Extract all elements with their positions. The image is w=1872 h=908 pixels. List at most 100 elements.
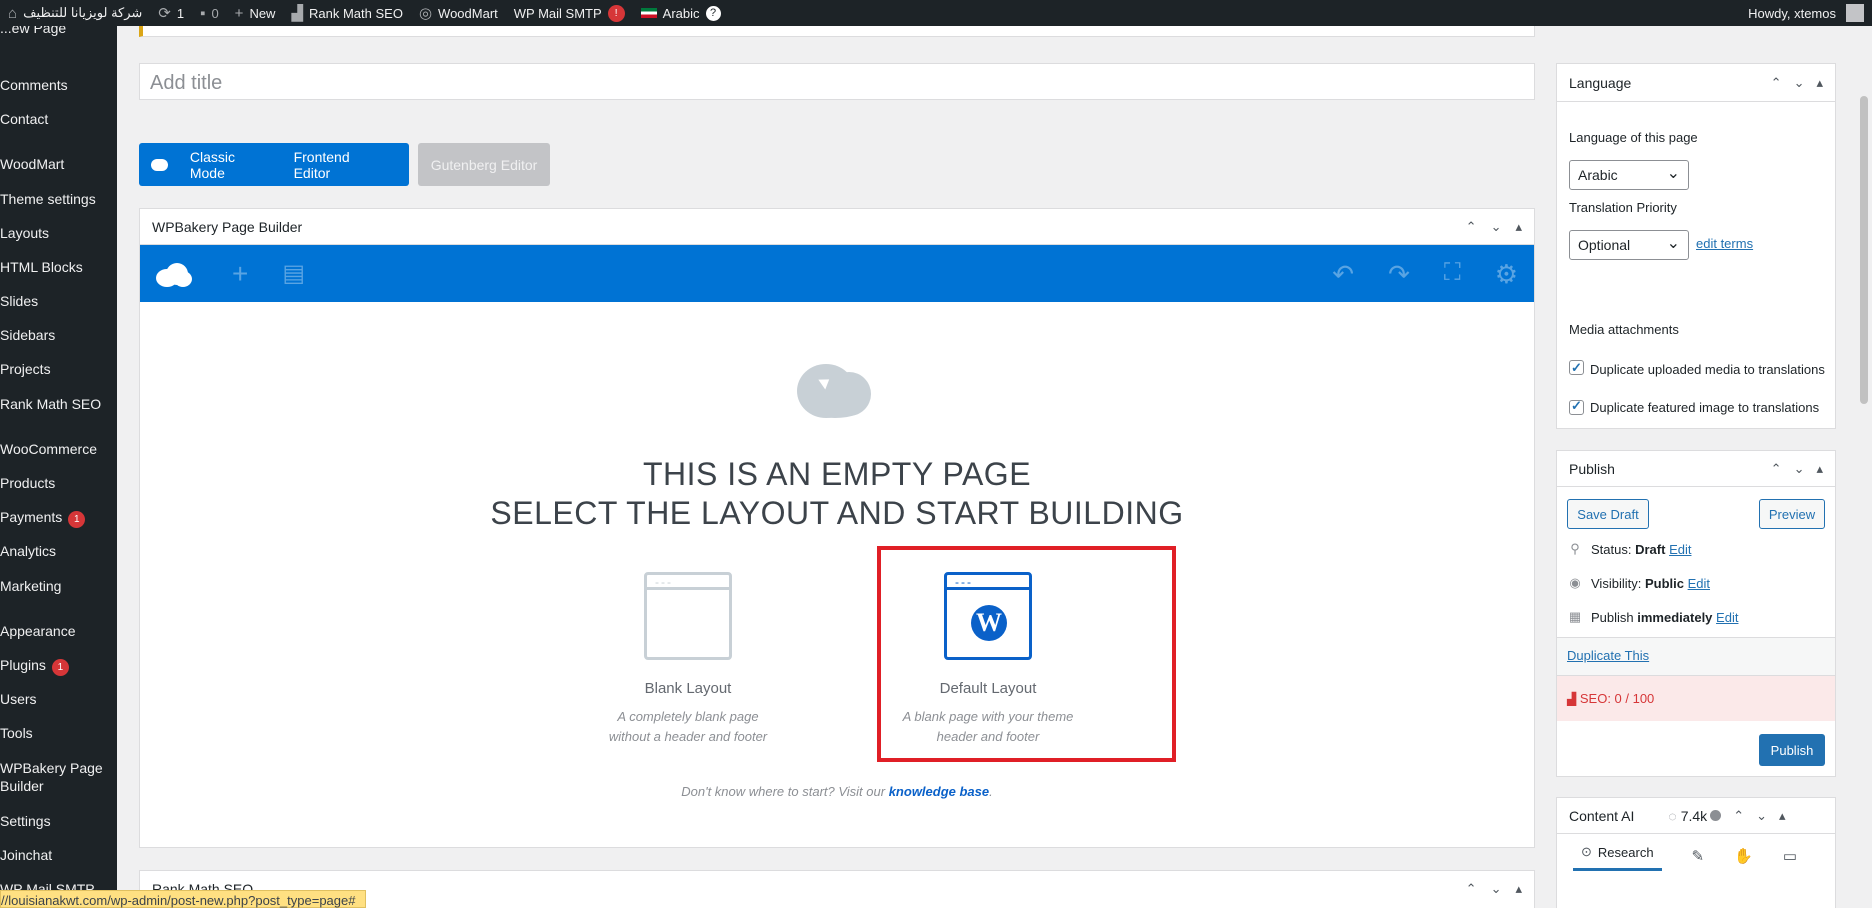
seo-score-text[interactable]: SEO: 0 / 100: [1580, 691, 1654, 706]
collapse-triangle-icon[interactable]: ▴: [1816, 75, 1823, 91]
sidebar-item[interactable]: Layouts: [0, 225, 49, 241]
loading-icon: ◌: [1668, 807, 1677, 824]
my-account-item[interactable]: Howdy, xtemos: [1740, 0, 1872, 26]
woodmart-icon: ◎: [418, 5, 433, 22]
blank-layout-option[interactable]: --- Blank Layout A completely blank page…: [588, 572, 788, 747]
duplicate-this-link[interactable]: Duplicate This: [1567, 648, 1649, 663]
save-draft-button[interactable]: Save Draft: [1567, 499, 1649, 529]
schedule-row: ▦ Publish immediately Edit: [1567, 609, 1739, 625]
chevron-up-icon[interactable]: ⌃: [1771, 75, 1782, 91]
kb-suffix: .: [989, 784, 993, 799]
add-element-icon[interactable]: +: [232, 259, 248, 288]
preview-button[interactable]: Preview: [1759, 499, 1825, 529]
content-ai-title: Content AI: [1569, 807, 1635, 824]
chevron-down-icon[interactable]: ⌄: [1794, 461, 1805, 477]
translation-priority-value: Optional: [1578, 237, 1631, 253]
chevron-up-icon[interactable]: ⌃: [1466, 219, 1477, 235]
page-language-select[interactable]: Arabic: [1569, 160, 1689, 190]
sidebar-item[interactable]: Comments: [0, 77, 68, 93]
dup-featured-checkbox[interactable]: [1569, 398, 1584, 415]
sidebar-item-label: WooCommerce: [0, 441, 97, 457]
sidebar-item[interactable]: Payments 1: [0, 509, 86, 528]
updates-item[interactable]: ⟳ 1: [150, 0, 192, 26]
edit-terms-link[interactable]: edit terms: [1696, 236, 1753, 251]
sidebar-item-label: Users: [0, 691, 37, 707]
sidebar-item[interactable]: Theme settings: [0, 191, 96, 207]
smtp-label: WP Mail SMTP: [513, 5, 602, 21]
sidebar-item[interactable]: WoodMart: [0, 156, 64, 172]
chat-icon[interactable]: ▭: [1783, 847, 1797, 865]
comments-count: 0: [211, 5, 219, 21]
wpbakery-logo-icon[interactable]: [156, 261, 192, 287]
info-icon: [1710, 810, 1722, 821]
write-icon[interactable]: ✎: [1692, 847, 1705, 865]
undo-icon[interactable]: ↶: [1332, 261, 1354, 287]
collapse-triangle-icon[interactable]: ▴: [1515, 219, 1522, 235]
collapse-triangle-icon[interactable]: ▴: [1779, 808, 1786, 824]
sidebar-item[interactable]: Users: [0, 691, 37, 707]
title-input[interactable]: Add title: [139, 63, 1535, 100]
sidebar-item[interactable]: Rank Math SEO: [0, 396, 101, 412]
sidebar-item[interactable]: ...ew Page: [0, 26, 66, 36]
schedule-edit-link[interactable]: Edit: [1716, 610, 1738, 625]
sidebar-item-label: Contact: [0, 111, 49, 127]
sidebar-item[interactable]: HTML Blocks: [0, 259, 83, 275]
sidebar-item[interactable]: Slides: [0, 293, 38, 309]
sidebar-item[interactable]: Analytics: [0, 543, 56, 559]
visibility-edit-link[interactable]: Edit: [1688, 576, 1710, 591]
redo-icon[interactable]: ↷: [1388, 261, 1410, 287]
sidebar-item-label: Layouts: [0, 225, 50, 241]
classic-mode-button[interactable]: Classic Mode: [190, 149, 269, 181]
sidebar-item[interactable]: Sidebars: [0, 327, 55, 343]
wpbakery-toolbar: + ▤ ↶ ↷ ⛶ ⚙: [140, 245, 1534, 302]
chevron-up-icon[interactable]: ⌃: [1771, 461, 1782, 477]
chevron-up-icon[interactable]: ⌃: [1466, 881, 1477, 897]
notice-box: [139, 26, 1535, 37]
sidebar-item[interactable]: Products: [0, 475, 55, 491]
research-tab-label: Research: [1597, 844, 1654, 860]
gutenberg-editor-button[interactable]: Gutenberg Editor: [418, 143, 550, 186]
sidebar-item-label: Payments: [0, 509, 63, 525]
tools-icon[interactable]: ✋: [1734, 847, 1753, 865]
chevron-down-icon[interactable]: ⌄: [1491, 219, 1502, 235]
comments-item[interactable]: ▪ 0: [192, 0, 227, 26]
woodmart-item[interactable]: ◎ WoodMart: [411, 0, 506, 26]
rankmath-item[interactable]: ▟ Rank Math SEO: [283, 0, 410, 26]
knowledge-base-link[interactable]: knowledge base: [889, 784, 989, 799]
sidebar-item[interactable]: WPBakery Page Builder: [0, 759, 105, 795]
publish-button[interactable]: Publish: [1759, 734, 1825, 766]
sidebar-item[interactable]: Marketing: [0, 578, 61, 594]
sidebar-item[interactable]: WooCommerce: [0, 441, 97, 457]
status-edit-link[interactable]: Edit: [1669, 542, 1691, 557]
research-tab[interactable]: ⊙ Research: [1573, 840, 1662, 871]
language-item[interactable]: Arabic ?: [633, 0, 729, 26]
chevron-down-icon[interactable]: ⌄: [1794, 75, 1805, 91]
scrollbar-thumb[interactable]: [1860, 96, 1868, 404]
sidebar-item-badge: 1: [51, 659, 69, 676]
site-name-item[interactable]: ⌂ شركة لويزيانا للتنظيف: [0, 0, 150, 26]
settings-gear-icon[interactable]: ⚙: [1495, 261, 1518, 287]
sidebar-item[interactable]: Plugins 1: [0, 657, 69, 676]
chevron-down-icon[interactable]: ⌄: [1756, 808, 1767, 824]
collapse-triangle-icon[interactable]: ▴: [1515, 881, 1522, 897]
new-content-item[interactable]: + New: [227, 0, 284, 26]
collapse-triangle-icon[interactable]: ▴: [1816, 461, 1823, 477]
templates-icon[interactable]: ▤: [282, 261, 305, 286]
smtp-item[interactable]: WP Mail SMTP !: [506, 0, 633, 26]
translation-priority-select[interactable]: Optional: [1569, 230, 1689, 260]
sidebar-item[interactable]: Tools: [0, 725, 33, 741]
chevron-down-icon[interactable]: ⌄: [1491, 881, 1502, 897]
page-scrollbar[interactable]: [1856, 26, 1872, 908]
wpbakery-box: WPBakery Page Builder ⌃ ⌄ ▴ + ▤ ↶ ↷ ⛶ ⚙: [139, 208, 1535, 848]
sidebar-item[interactable]: Projects: [0, 361, 51, 377]
rankmath-icon: ▟: [291, 5, 303, 22]
sidebar-item[interactable]: Settings: [0, 813, 51, 829]
dup-media-checkbox[interactable]: [1569, 358, 1584, 378]
sidebar-item-label: ...ew Page: [0, 26, 67, 36]
sidebar-item[interactable]: Appearance: [0, 623, 76, 639]
chevron-up-icon[interactable]: ⌃: [1733, 808, 1744, 824]
sidebar-item[interactable]: Joinchat: [0, 847, 52, 863]
sidebar-item[interactable]: Contact: [0, 111, 48, 127]
frontend-editor-button[interactable]: Frontend Editor: [294, 149, 384, 181]
fullscreen-icon[interactable]: ⛶: [1444, 260, 1461, 287]
